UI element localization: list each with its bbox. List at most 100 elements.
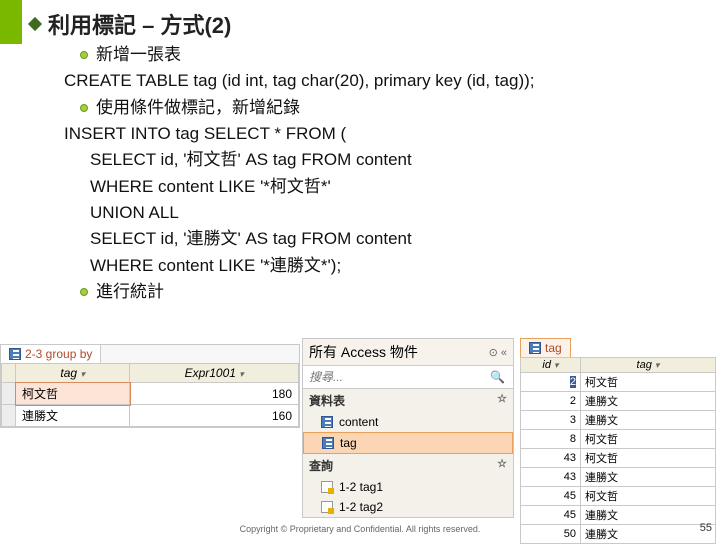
cell-id[interactable]: 45 (521, 506, 581, 525)
dropdown-icon[interactable]: ▾ (239, 369, 244, 379)
row-selector-header[interactable] (2, 364, 16, 383)
col-tag[interactable]: tag ▾ (16, 364, 130, 383)
groupby-table: tag ▾ Expr1001 ▾ 柯文哲 180 連勝文 160 (1, 363, 299, 427)
table-row[interactable]: 連勝文 160 (2, 405, 299, 427)
collapse-icon[interactable]: ⊙ « (489, 346, 507, 359)
screenshots-area: 2-3 group by tag ▾ Expr1001 ▾ 柯文哲 180 連勝… (0, 338, 720, 512)
cell-id[interactable]: 43 (521, 449, 581, 468)
table-header-row: id ▾ tag ▾ (521, 358, 716, 373)
nav-section-tables[interactable]: 資料表 ☆ (303, 389, 513, 412)
section-label: 查詢 (309, 457, 333, 474)
table-row[interactable]: 2連勝文 (521, 392, 716, 411)
table-icon (321, 416, 333, 428)
bullet-icon (80, 51, 88, 59)
code-line-2: INSERT INTO tag SELECT * FROM ( (64, 121, 700, 147)
nav-item-label: 1-2 tag2 (339, 500, 383, 514)
tab-groupby[interactable]: 2-3 group by (1, 345, 101, 363)
dropdown-icon[interactable]: ▾ (80, 369, 85, 379)
code-line-7: WHERE content LIKE '*連勝文*'); (90, 253, 700, 279)
cell-tag[interactable]: 連勝文 (581, 392, 716, 411)
bullet-icon (80, 104, 88, 112)
nav-item-tag[interactable]: tag (303, 432, 513, 454)
cell-tag[interactable]: 連勝文 (581, 506, 716, 525)
cell-tag[interactable]: 柯文哲 (581, 449, 716, 468)
cell-val[interactable]: 160 (130, 405, 299, 427)
col-expr[interactable]: Expr1001 ▾ (130, 364, 299, 383)
bullet-2-text: 使用條件做標記，新增紀錄 (96, 95, 300, 121)
table-row[interactable]: 2柯文哲 (521, 373, 716, 392)
tab-tag[interactable]: tag (520, 338, 571, 357)
table-icon (322, 437, 334, 449)
bullet-1-text: 新增一張表 (96, 42, 181, 68)
section-label: 資料表 (309, 392, 345, 409)
chevron-icon: ☆ (497, 457, 507, 474)
cell-id[interactable]: 2 (521, 392, 581, 411)
cell-tag[interactable]: 柯文哲 (16, 383, 130, 405)
table-row[interactable]: 45連勝文 (521, 506, 716, 525)
cell-tag[interactable]: 連勝文 (16, 405, 130, 427)
nav-item-q2[interactable]: 1-2 tag2 (303, 497, 513, 517)
tab-groupby-label: 2-3 group by (25, 347, 92, 361)
query-icon (321, 481, 333, 493)
nav-item-q1[interactable]: 1-2 tag1 (303, 477, 513, 497)
cell-tag[interactable]: 柯文哲 (581, 373, 716, 392)
bullet-1: 新增一張表 (80, 42, 700, 68)
cell-id[interactable]: 2 (521, 373, 581, 392)
code-line-1: CREATE TABLE tag (id int, tag char(20), … (64, 68, 700, 94)
nav-search-input[interactable] (307, 368, 486, 386)
cell-tag[interactable]: 柯文哲 (581, 430, 716, 449)
code-line-4: WHERE content LIKE '*柯文哲*' (90, 174, 700, 200)
table-row[interactable]: 3連勝文 (521, 411, 716, 430)
cell-val[interactable]: 180 (130, 383, 299, 405)
cell-tag[interactable]: 柯文哲 (581, 487, 716, 506)
tab-tag-label: tag (545, 341, 562, 355)
slide-title-row: 利用標記 – 方式(2) (30, 8, 231, 40)
slide-accent-bar (0, 0, 22, 44)
nav-header[interactable]: 所有 Access 物件 ⊙ « (303, 339, 513, 366)
table-row[interactable]: 43柯文哲 (521, 449, 716, 468)
code-line-3: SELECT id, '柯文哲' AS tag FROM content (90, 147, 700, 173)
dropdown-icon[interactable]: ▾ (554, 360, 559, 370)
cell-tag[interactable]: 連勝文 (581, 468, 716, 487)
dropdown-icon[interactable]: ▾ (655, 360, 660, 370)
bullet-3-text: 進行統計 (96, 279, 164, 305)
tag-table: id ▾ tag ▾ 2柯文哲 2連勝文 3連勝文 8柯文哲 43柯文哲 43連… (520, 357, 716, 544)
cell-id[interactable]: 8 (521, 430, 581, 449)
bullet-icon (80, 288, 88, 296)
table-icon (529, 342, 541, 354)
nav-section-queries[interactable]: 查詢 ☆ (303, 454, 513, 477)
nav-item-label: 1-2 tag1 (339, 480, 383, 494)
nav-item-content[interactable]: content (303, 412, 513, 432)
bullet-3: 進行統計 (80, 279, 700, 305)
cell-id[interactable]: 43 (521, 468, 581, 487)
table-row[interactable]: 柯文哲 180 (2, 383, 299, 405)
cell-id[interactable]: 45 (521, 487, 581, 506)
table-row[interactable]: 8柯文哲 (521, 430, 716, 449)
row-selector[interactable] (2, 405, 16, 427)
table-row[interactable]: 43連勝文 (521, 468, 716, 487)
nav-item-label: content (339, 415, 378, 429)
chevron-icon: ☆ (497, 392, 507, 409)
diamond-icon (28, 17, 42, 31)
cell-id[interactable]: 3 (521, 411, 581, 430)
page-number: 55 (700, 522, 712, 534)
col-id[interactable]: id ▾ (521, 358, 581, 373)
bullet-2: 使用條件做標記，新增紀錄 (80, 95, 700, 121)
footer-text: Copyright © Proprietary and Confidential… (0, 524, 720, 534)
code-line-6: SELECT id, '連勝文' AS tag FROM content (90, 226, 700, 252)
row-selector[interactable] (2, 383, 16, 405)
cell-tag[interactable]: 連勝文 (581, 411, 716, 430)
access-nav-pane: 所有 Access 物件 ⊙ « 🔍 資料表 ☆ content tag 查詢 … (302, 338, 514, 518)
nav-header-label: 所有 Access 物件 (309, 342, 418, 362)
tag-table-panel: tag id ▾ tag ▾ 2柯文哲 2連勝文 3連勝文 8柯文哲 43柯文哲… (520, 338, 716, 544)
col-tag[interactable]: tag ▾ (581, 358, 716, 373)
table-icon (9, 348, 21, 360)
nav-item-label: tag (340, 436, 357, 450)
table-header-row: tag ▾ Expr1001 ▾ (2, 364, 299, 383)
nav-search-row: 🔍 (303, 366, 513, 389)
search-icon[interactable]: 🔍 (486, 370, 509, 384)
groupby-panel: 2-3 group by tag ▾ Expr1001 ▾ 柯文哲 180 連勝… (0, 344, 300, 428)
code-line-5: UNION ALL (90, 200, 700, 226)
table-row[interactable]: 45柯文哲 (521, 487, 716, 506)
slide-title: 利用標記 – 方式(2) (48, 8, 231, 40)
